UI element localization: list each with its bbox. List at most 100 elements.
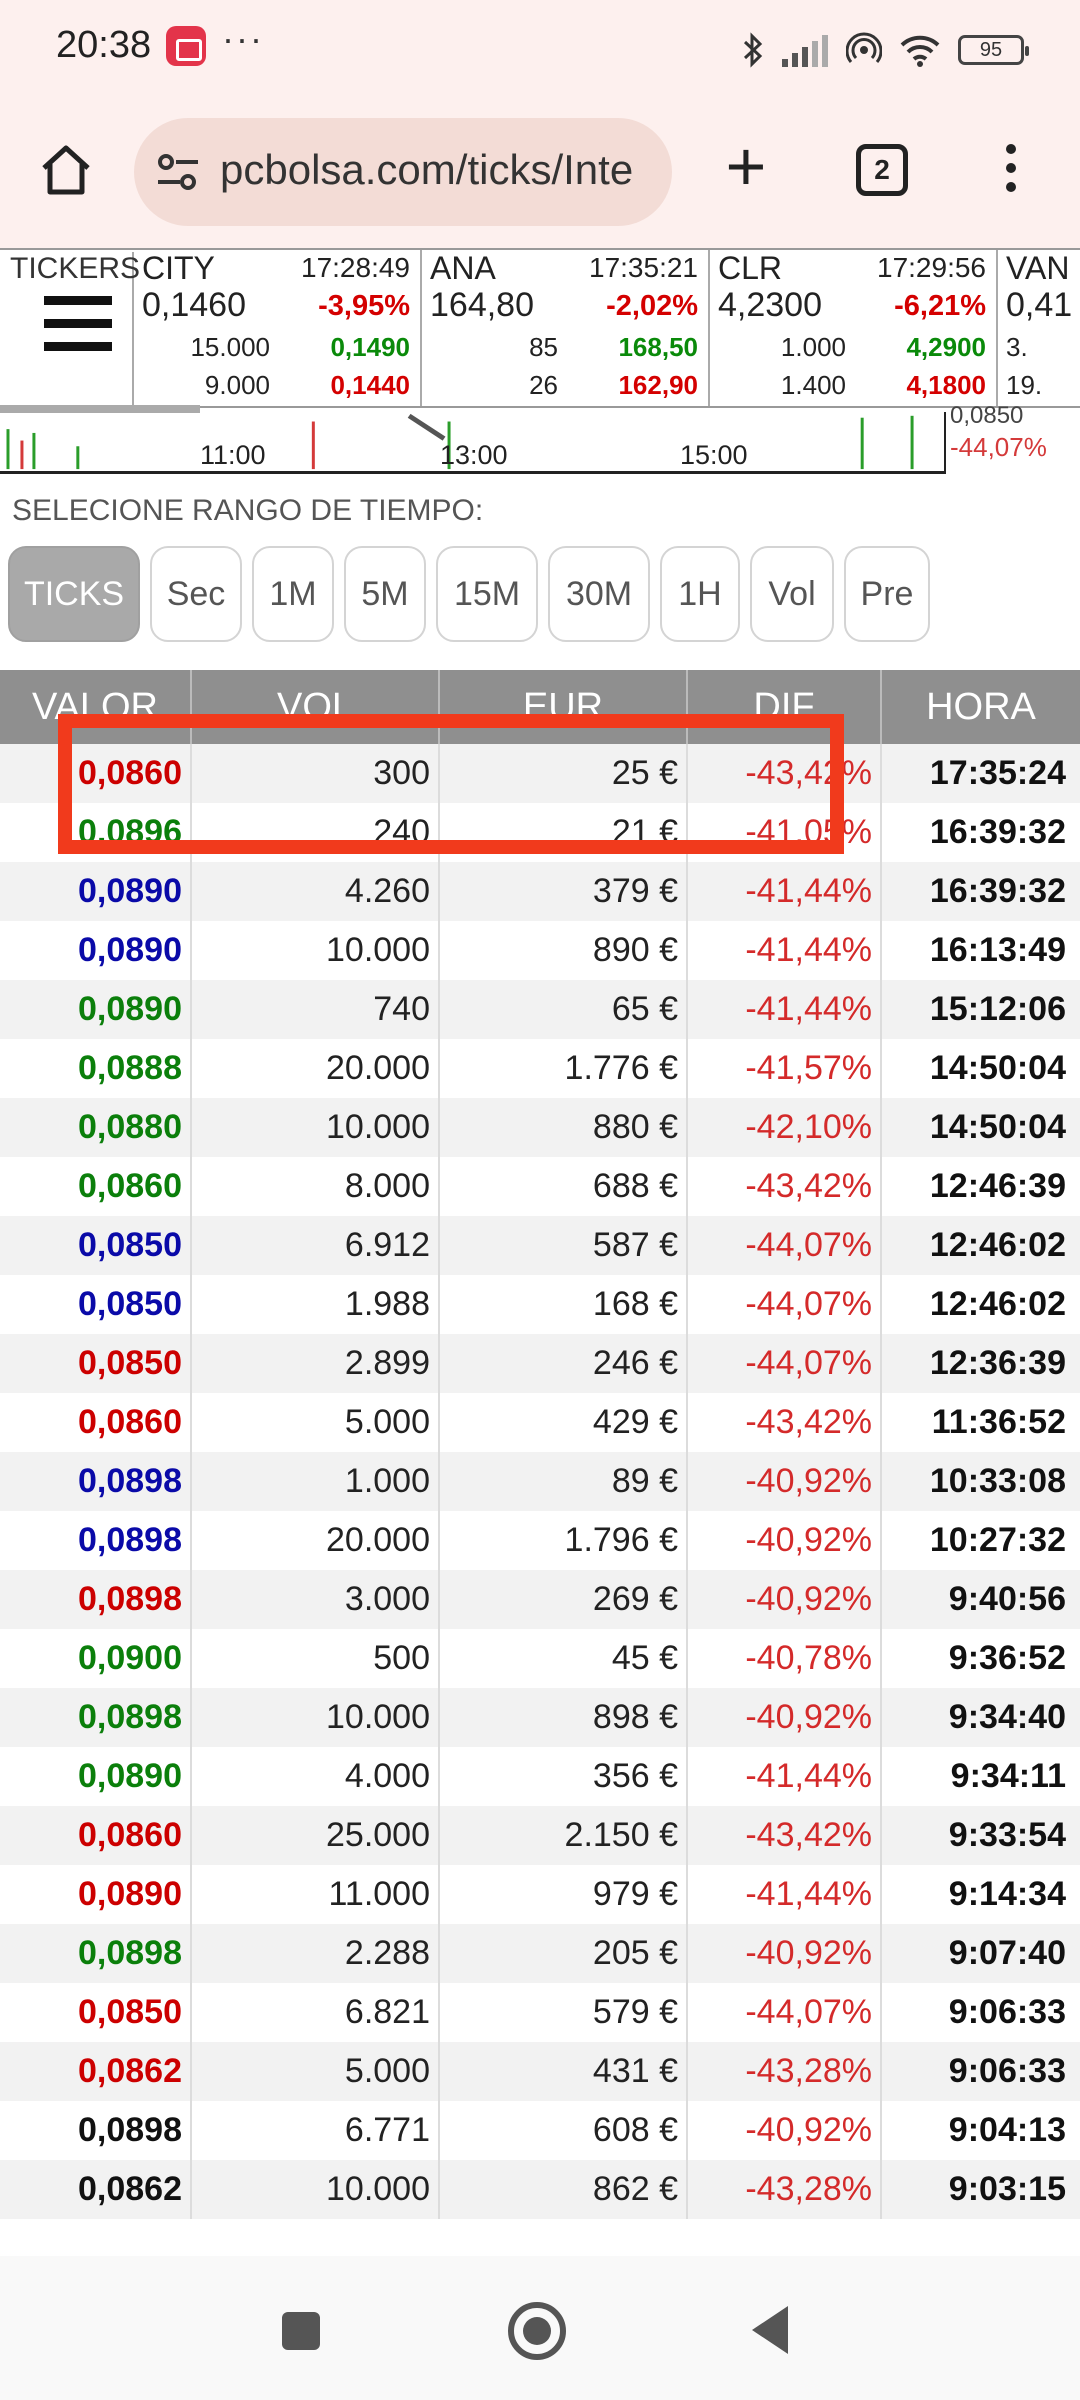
table-row[interactable]: 0,0890 11.000 979 € -41,44% 9:14:34 <box>0 1865 1080 1924</box>
ticker-change: -2,02% <box>606 290 698 322</box>
cell-hora: 12:46:02 <box>929 1285 1066 1323</box>
cell-vol: 500 <box>192 1629 440 1688</box>
cell-eur: 898 € <box>440 1688 688 1747</box>
cell-hora: 9:36:52 <box>948 1639 1066 1677</box>
table-row[interactable]: 0,0890 10.000 890 € -41,44% 16:13:49 <box>0 921 1080 980</box>
table-row[interactable]: 0,0890 4.000 356 € -41,44% 9:34:11 <box>0 1747 1080 1806</box>
range-button-30m[interactable]: 30M <box>548 546 650 642</box>
cell-hora: 16:39:32 <box>929 872 1066 910</box>
range-button-15m[interactable]: 15M <box>436 546 538 642</box>
cell-hora: 17:35:24 <box>929 754 1066 792</box>
cell-vol: 25.000 <box>192 1806 440 1865</box>
table-row[interactable]: 0,0898 6.771 608 € -40,92% 9:04:13 <box>0 2101 1080 2160</box>
cell-dif: -40,92% <box>688 1688 882 1747</box>
cell-hora: 12:36:39 <box>929 1344 1066 1382</box>
ticker-card-city[interactable]: CITY 17:28:49 0,1460 -3,95% 15.000 0,149… <box>134 250 422 406</box>
back-icon[interactable] <box>752 2306 788 2354</box>
site-settings-icon[interactable] <box>154 148 202 196</box>
table-row[interactable]: 0,0898 3.000 269 € -40,92% 9:40:56 <box>0 1570 1080 1629</box>
ticker-ask: 4,1800 <box>906 370 986 400</box>
cell-eur: 246 € <box>440 1334 688 1393</box>
table-row[interactable]: 0,0888 20.000 1.776 € -41,57% 14:50:04 <box>0 1039 1080 1098</box>
range-button-ticks[interactable]: TICKS <box>8 546 140 642</box>
cell-hora: 9:34:11 <box>950 1757 1066 1795</box>
cell-dif: -44,07% <box>688 1983 882 2042</box>
cell-dif: -41,44% <box>688 862 882 921</box>
table-row[interactable]: 0,0898 2.288 205 € -40,92% 9:07:40 <box>0 1924 1080 1983</box>
cell-dif: -44,07% <box>688 1216 882 1275</box>
recent-apps-icon[interactable] <box>282 2312 320 2350</box>
cell-hora: 9:03:15 <box>948 2170 1066 2208</box>
more-notifications-icon: ··· <box>222 18 264 59</box>
address-bar[interactable]: pcbolsa.com/ticks/Inte <box>134 118 672 226</box>
cell-dif: -42,10% <box>688 1098 882 1157</box>
ticker-change: -6,21% <box>894 290 986 322</box>
browser-menu-icon[interactable] <box>996 144 1026 200</box>
table-row[interactable]: 0,0860 25.000 2.150 € -43,42% 9:33:54 <box>0 1806 1080 1865</box>
cell-hora: 15:12:06 <box>929 990 1066 1028</box>
table-row[interactable]: 0,0850 6.912 587 € -44,07% 12:46:02 <box>0 1216 1080 1275</box>
chart-x-label: 15:00 <box>680 440 748 470</box>
cell-vol: 740 <box>192 980 440 1039</box>
range-selector: TICKS Sec 1M 5M 15M 30M 1H Vol Pre <box>8 546 930 642</box>
table-row[interactable]: 0,0862 10.000 862 € -43,28% 9:03:15 <box>0 2160 1080 2219</box>
highlight-box <box>58 714 844 854</box>
ticker-bid-volume: 1.000 <box>780 332 846 362</box>
range-button-1m[interactable]: 1M <box>252 546 334 642</box>
battery-icon: 95 <box>958 35 1029 65</box>
cell-dif: -40,92% <box>688 2101 882 2160</box>
system-nav-bar <box>0 2256 1080 2400</box>
ticker-bid: 4,2900 <box>906 332 986 362</box>
range-button-5m[interactable]: 5M <box>344 546 426 642</box>
home-circle-icon[interactable] <box>508 2302 566 2360</box>
table-row[interactable]: 0,0850 2.899 246 € -44,07% 12:36:39 <box>0 1334 1080 1393</box>
ticker-card-clr[interactable]: CLR 17:29:56 4,2300 -6,21% 1.000 4,2900 … <box>710 250 998 406</box>
tab-switcher-button[interactable]: 2 <box>856 144 908 196</box>
ticker-bid-volume: 15.000 <box>190 332 270 362</box>
column-header-hora[interactable]: HORA <box>882 670 1080 744</box>
cell-hora: 9:40:56 <box>948 1580 1066 1618</box>
table-row[interactable]: 0,0898 1.000 89 € -40,92% 10:33:08 <box>0 1452 1080 1511</box>
ticker-card-van[interactable]: VAN 0,41 3. 19. <box>998 250 1080 406</box>
ticker-ask-volume: 26 <box>529 370 558 400</box>
range-title: SELECIONE RANGO DE TIEMPO: <box>12 494 484 527</box>
table-row[interactable]: 0,0898 20.000 1.796 € -40,92% 10:27:32 <box>0 1511 1080 1570</box>
table-row[interactable]: 0,0860 8.000 688 € -43,42% 12:46:39 <box>0 1157 1080 1216</box>
ticker-card-ana[interactable]: ANA 17:35:21 164,80 -2,02% 85 168,50 26 … <box>422 250 710 406</box>
cell-vol: 2.288 <box>192 1924 440 1983</box>
range-button-pre[interactable]: Pre <box>844 546 930 642</box>
table-row[interactable]: 0,0860 5.000 429 € -43,42% 11:36:52 <box>0 1393 1080 1452</box>
cell-vol: 1.000 <box>192 1452 440 1511</box>
range-button-sec[interactable]: Sec <box>150 546 242 642</box>
cell-valor: 0,0860 <box>0 1157 192 1216</box>
cell-vol: 20.000 <box>192 1039 440 1098</box>
table-row[interactable]: 0,0850 1.988 168 € -44,07% 12:46:02 <box>0 1275 1080 1334</box>
cell-vol: 10.000 <box>192 1098 440 1157</box>
hamburger-menu-icon[interactable] <box>44 296 112 352</box>
table-row[interactable]: 0,0890 740 65 € -41,44% 15:12:06 <box>0 980 1080 1039</box>
table-row[interactable]: 0,0850 6.821 579 € -44,07% 9:06:33 <box>0 1983 1080 2042</box>
table-row[interactable]: 0,0862 5.000 431 € -43,28% 9:06:33 <box>0 2042 1080 2101</box>
range-button-1h[interactable]: 1H <box>660 546 740 642</box>
tickers-menu[interactable]: TICKERS <box>4 252 140 406</box>
cell-hora: 10:33:08 <box>929 1462 1066 1500</box>
range-button-vol[interactable]: Vol <box>750 546 834 642</box>
cell-vol: 3.000 <box>192 1570 440 1629</box>
wifi-icon <box>900 35 940 67</box>
cell-vol: 6.912 <box>192 1216 440 1275</box>
cell-valor: 0,0850 <box>0 1334 192 1393</box>
ticker-ask-volume: 9.000 <box>204 370 270 400</box>
cell-vol: 6.821 <box>192 1983 440 2042</box>
url-text[interactable]: pcbolsa.com/ticks/Inte <box>220 146 633 194</box>
cell-vol: 5.000 <box>192 2042 440 2101</box>
table-row[interactable]: 0,0880 10.000 880 € -42,10% 14:50:04 <box>0 1098 1080 1157</box>
table-row[interactable]: 0,0890 4.260 379 € -41,44% 16:39:32 <box>0 862 1080 921</box>
cell-vol: 8.000 <box>192 1157 440 1216</box>
table-row[interactable]: 0,0900 500 45 € -40,78% 9:36:52 <box>0 1629 1080 1688</box>
cell-hora: 9:14:34 <box>948 1875 1066 1913</box>
home-icon[interactable] <box>36 140 96 200</box>
cell-eur: 431 € <box>440 2042 688 2101</box>
cell-dif: -43,28% <box>688 2160 882 2219</box>
new-tab-button[interactable]: + <box>716 131 776 201</box>
table-row[interactable]: 0,0898 10.000 898 € -40,92% 9:34:40 <box>0 1688 1080 1747</box>
